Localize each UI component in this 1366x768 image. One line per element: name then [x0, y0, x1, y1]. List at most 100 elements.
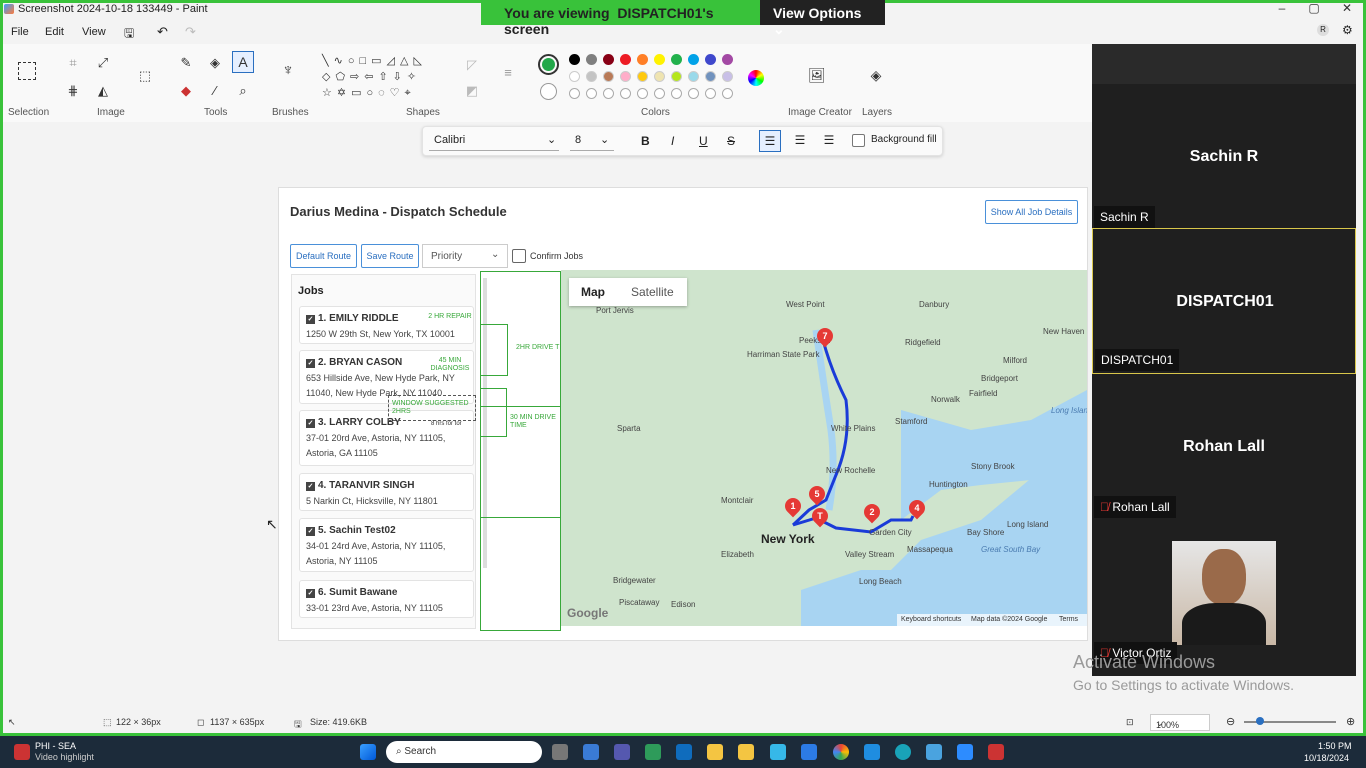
default-route-button[interactable]: Default Route	[290, 244, 357, 268]
account-icon[interactable]: R	[1317, 24, 1329, 36]
zoom-app-icon[interactable]	[957, 744, 973, 760]
checkbox-checked-icon[interactable]: ✓	[306, 419, 315, 428]
paint-canvas[interactable]: Darius Medina - Dispatch Schedule Show A…	[279, 188, 1087, 640]
job-card[interactable]: ✓ 5. Sachin Test02 34-01 24rd Ave, Astoria…	[299, 518, 474, 572]
color-swatch[interactable]	[586, 71, 597, 82]
custom-color-slot[interactable]	[569, 88, 580, 99]
participant-tile[interactable]: Sachin R Sachin R	[1092, 84, 1356, 230]
resize-icon[interactable]: ⤢	[95, 56, 111, 70]
magnifier-icon[interactable]: ⌕	[235, 84, 251, 98]
color-swatch[interactable]	[654, 71, 665, 82]
custom-color-slot[interactable]	[586, 88, 597, 99]
zoom-select[interactable]: 100% ⌄	[1150, 714, 1210, 731]
strikethrough-button[interactable]: S	[727, 134, 735, 148]
taskbar-search[interactable]: ⌕ Search	[386, 741, 542, 763]
fit-icon[interactable]: ⊡	[1126, 717, 1134, 728]
menu-file[interactable]: File	[11, 26, 29, 38]
crop-icon[interactable]: ⌗	[65, 56, 81, 70]
paint-taskbar-icon[interactable]	[926, 744, 942, 760]
shape-fill-icon[interactable]: ◩	[464, 84, 480, 98]
terms-link[interactable]: Terms	[1059, 616, 1078, 623]
edge-icon[interactable]	[895, 744, 911, 760]
calculator-icon[interactable]	[801, 744, 817, 760]
image-creator-icon[interactable]: 🖼	[808, 68, 826, 82]
zoom-slider-handle[interactable]	[1256, 717, 1264, 725]
shapes-row-1[interactable]: ╲∿○□▭◿△◺	[322, 54, 448, 68]
custom-color-slot[interactable]	[654, 88, 665, 99]
outline-icon[interactable]: ◸	[464, 58, 480, 72]
color-swatch[interactable]	[569, 71, 580, 82]
save-route-button[interactable]: Save Route	[361, 244, 419, 268]
background-fill-checkbox[interactable]	[852, 134, 865, 147]
color-picker-icon[interactable]: ⁄	[207, 84, 223, 98]
participant-tile[interactable]: 🎙̸ Victor Ortiz	[1092, 520, 1356, 666]
snipping-tool-icon[interactable]	[770, 744, 786, 760]
map-pin[interactable]: 4	[905, 496, 929, 520]
store-icon[interactable]	[645, 744, 661, 760]
chrome-icon[interactable]	[833, 744, 849, 760]
custom-color-slot[interactable]	[722, 88, 733, 99]
image-select-icon[interactable]: ⬚	[137, 69, 153, 83]
align-left-icon[interactable]: ☰	[759, 130, 781, 152]
color-swatch[interactable]	[620, 54, 631, 65]
view-options-button[interactable]: View Options ⌄	[760, 0, 885, 37]
color-swatch[interactable]	[671, 71, 682, 82]
align-right-icon[interactable]: ☰	[818, 130, 840, 152]
file-explorer-icon[interactable]	[707, 744, 723, 760]
minimize-icon[interactable]: –	[1266, 0, 1298, 18]
map-pin[interactable]: 7	[813, 324, 837, 348]
windows-start-icon[interactable]	[360, 744, 376, 760]
close-icon[interactable]: ✕	[1331, 0, 1363, 18]
settings-gear-icon[interactable]: ⚙	[1342, 23, 1353, 37]
selection-icon[interactable]	[18, 62, 36, 80]
color-swatch[interactable]	[688, 71, 699, 82]
screen-share-app-icon[interactable]	[988, 744, 1004, 760]
job-card[interactable]: ✓ 1. EMILY RIDDLE 1250 W 29th St, New York…	[299, 306, 474, 344]
app-alert-icon[interactable]	[14, 744, 30, 760]
checkbox-checked-icon[interactable]: ✓	[306, 359, 315, 368]
undo-icon[interactable]: ↶	[157, 24, 168, 40]
save-icon[interactable]: 🖫	[124, 24, 134, 45]
font-size-select[interactable]: 8 ⌄	[570, 131, 614, 151]
color-swatch[interactable]	[654, 54, 665, 65]
bold-button[interactable]: B	[641, 134, 650, 148]
maximize-icon[interactable]: ▢	[1298, 0, 1330, 18]
checkbox-checked-icon[interactable]: ✓	[306, 482, 315, 491]
satellite-tab[interactable]: Satellite	[631, 285, 674, 299]
font-select[interactable]: Calibri ⌄	[429, 131, 559, 151]
shapes-row-2[interactable]: ◇⬠⇨⇦⇧⇩✧	[322, 70, 448, 84]
layers-icon[interactable]: ◈	[868, 68, 884, 82]
custom-color-slot[interactable]	[637, 88, 648, 99]
confirm-jobs-checkbox[interactable]	[512, 249, 526, 263]
map-tab[interactable]: Map	[581, 285, 605, 299]
color-swatch[interactable]	[586, 54, 597, 65]
italic-button[interactable]: I	[671, 134, 674, 148]
color-swatch[interactable]	[620, 71, 631, 82]
show-all-job-details-button[interactable]: Show All Job Details	[985, 200, 1078, 224]
shapes-row-3[interactable]: ☆✡▭○◌♡⌖	[322, 86, 448, 100]
color-swatch[interactable]	[569, 54, 580, 65]
underline-button[interactable]: U	[699, 134, 708, 148]
color-swatch[interactable]	[671, 54, 682, 65]
map-pin[interactable]: 5	[805, 482, 829, 506]
rotate-icon[interactable]: ◭	[95, 84, 111, 98]
color-swatch[interactable]	[722, 71, 733, 82]
teams-icon[interactable]	[614, 744, 630, 760]
checkbox-checked-icon[interactable]: ✓	[306, 527, 315, 536]
task-view-icon[interactable]	[552, 744, 568, 760]
text-tool-icon[interactable]: A	[232, 51, 254, 73]
checkbox-checked-icon[interactable]: ✓	[306, 315, 315, 324]
checkbox-checked-icon[interactable]: ✓	[306, 589, 315, 598]
outlook-icon[interactable]	[676, 744, 692, 760]
color-swatch[interactable]	[688, 54, 699, 65]
color-swatch[interactable]	[705, 71, 716, 82]
pencil-icon[interactable]: ✎	[178, 56, 194, 70]
priority-select[interactable]: Priority ⌄	[422, 244, 508, 268]
edit-colors-icon[interactable]	[748, 70, 764, 86]
map-pin[interactable]: T	[808, 504, 832, 528]
job-card[interactable]: ✓ 6. Sumit Bawane 33-01 23rd Ave, Astoria,…	[299, 580, 474, 618]
size-icon[interactable]: ≡	[500, 66, 516, 80]
custom-color-slot[interactable]	[671, 88, 682, 99]
map-pin[interactable]: 2	[860, 500, 884, 524]
custom-color-slot[interactable]	[620, 88, 631, 99]
